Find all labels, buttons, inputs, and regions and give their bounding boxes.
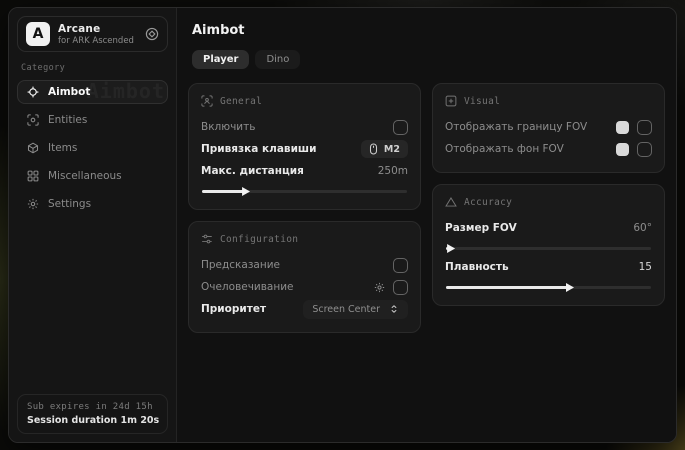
slider-thumb[interactable] [242, 187, 250, 196]
sidebar-item-label: Miscellaneous [48, 170, 122, 182]
crosshair-icon [27, 86, 39, 98]
brand-card: A Arcane for ARK Ascended [17, 16, 168, 52]
left-column: General Включить Привязка клавиши M2 [188, 83, 421, 333]
accuracy-card-header: Accuracy [445, 196, 652, 208]
row-humanization: Очеловечивание [201, 276, 408, 298]
smoothness-value: 15 [639, 261, 652, 273]
app-subtitle: for ARK Ascended [58, 36, 137, 46]
frame-plus-icon [445, 95, 457, 107]
app-logo: A [26, 22, 50, 46]
aimbot-watermark: Aimbot [87, 80, 165, 103]
row-priority: Приоритет Screen Center [201, 298, 408, 320]
configuration-card-header: Configuration [201, 233, 408, 245]
cube-icon [27, 142, 39, 154]
row-fov-size: Размер FOV 60° [445, 217, 652, 239]
tab-bar: Player Dino [192, 50, 665, 69]
session-info-card: Sub expires in 24d 15h Session duration … [17, 394, 168, 434]
sliders-icon [201, 233, 213, 245]
fov-border-color-swatch[interactable] [616, 121, 629, 134]
enable-label: Включить [201, 121, 255, 133]
configuration-card-title: Configuration [220, 234, 298, 245]
sidebar-item-aimbot[interactable]: Aimbot Aimbot [17, 80, 168, 104]
row-prediction: Предсказание [201, 254, 408, 276]
row-enable: Включить [201, 116, 408, 138]
fov-background-label: Отображать фон FOV [445, 143, 564, 155]
configuration-card: Configuration Предсказание Очеловечивани… [188, 221, 421, 333]
row-fov-border: Отображать границу FOV [445, 116, 652, 138]
scan-target-icon [27, 114, 39, 126]
fov-border-label: Отображать границу FOV [445, 121, 587, 133]
sidebar-item-settings[interactable]: Settings [17, 192, 168, 216]
smoothness-slider[interactable] [446, 286, 651, 289]
enable-checkbox[interactable] [393, 120, 408, 135]
accuracy-card-title: Accuracy [464, 197, 512, 208]
humanization-gear-icon[interactable] [374, 282, 385, 293]
slider-thumb[interactable] [566, 283, 574, 292]
diamond-badge-icon[interactable] [145, 27, 159, 41]
sidebar: A Arcane for ARK Ascended Category Aimbo… [9, 8, 177, 442]
session-duration-text: Session duration 1m 20s [27, 415, 158, 426]
sidebar-nav: Aimbot Aimbot Entities Items Miscellane [17, 80, 168, 220]
sidebar-item-miscellaneous[interactable]: Miscellaneous [17, 164, 168, 188]
sidebar-item-label: Settings [48, 198, 91, 210]
app-window: A Arcane for ARK Ascended Category Aimbo… [8, 7, 677, 443]
sidebar-item-entities[interactable]: Entities [17, 108, 168, 132]
brand-text: Arcane for ARK Ascended [58, 23, 137, 46]
keybind-value: M2 [384, 144, 400, 155]
visual-card: Visual Отображать границу FOV Отображать… [432, 83, 665, 173]
fov-size-label: Размер FOV [445, 222, 517, 234]
tab-dino[interactable]: Dino [255, 50, 300, 69]
person-focus-icon [201, 95, 213, 107]
priority-value: Screen Center [312, 304, 380, 315]
sub-expires-text: Sub expires in 24d 15h [27, 402, 158, 412]
visual-card-header: Visual [445, 95, 652, 107]
priority-label: Приоритет [201, 303, 266, 315]
app-name: Arcane [58, 23, 137, 35]
prediction-label: Предсказание [201, 259, 280, 271]
keybind-button[interactable]: M2 [361, 140, 408, 158]
slider-thumb[interactable] [447, 244, 455, 253]
right-column: Visual Отображать границу FOV Отображать… [432, 83, 665, 306]
humanization-checkbox[interactable] [393, 280, 408, 295]
prediction-checkbox[interactable] [393, 258, 408, 273]
general-card-title: General [220, 96, 262, 107]
fov-border-checkbox[interactable] [637, 120, 652, 135]
page-title: Aimbot [192, 23, 665, 38]
general-card: General Включить Привязка клавиши M2 [188, 83, 421, 210]
row-smoothness: Плавность 15 [445, 256, 652, 278]
max-distance-value: 250m [378, 165, 408, 177]
row-fov-background: Отображать фон FOV [445, 138, 652, 160]
row-keybind: Привязка клавиши M2 [201, 138, 408, 160]
sidebar-item-label: Items [48, 142, 77, 154]
triangle-icon [445, 196, 457, 208]
fov-background-checkbox[interactable] [637, 142, 652, 157]
max-distance-label: Макс. дистанция [201, 165, 304, 177]
cards-grid: General Включить Привязка клавиши M2 [188, 83, 665, 333]
sidebar-item-items[interactable]: Items [17, 136, 168, 160]
smoothness-label: Плавность [445, 261, 509, 273]
row-max-distance: Макс. дистанция 250m [201, 160, 408, 182]
visual-card-title: Visual [464, 96, 500, 107]
main-content: Aimbot Player Dino General Включить [177, 8, 676, 442]
fov-size-value: 60° [633, 222, 652, 234]
chevron-up-down-icon [389, 304, 399, 314]
mouse-icon [369, 143, 378, 155]
gear-icon [27, 198, 39, 210]
tab-player[interactable]: Player [192, 50, 249, 69]
category-label: Category [17, 52, 168, 80]
humanization-label: Очеловечивание [201, 281, 294, 293]
accuracy-card: Accuracy Размер FOV 60° Плавность 15 [432, 184, 665, 306]
general-card-header: General [201, 95, 408, 107]
sidebar-item-label: Entities [48, 114, 87, 126]
sidebar-item-label: Aimbot [48, 86, 90, 98]
fov-size-slider[interactable] [446, 247, 651, 250]
keybind-label: Привязка клавиши [201, 143, 316, 155]
fov-background-color-swatch[interactable] [616, 143, 629, 156]
grid-icon [27, 170, 39, 182]
priority-select[interactable]: Screen Center [303, 300, 408, 319]
max-distance-slider[interactable] [202, 190, 407, 193]
